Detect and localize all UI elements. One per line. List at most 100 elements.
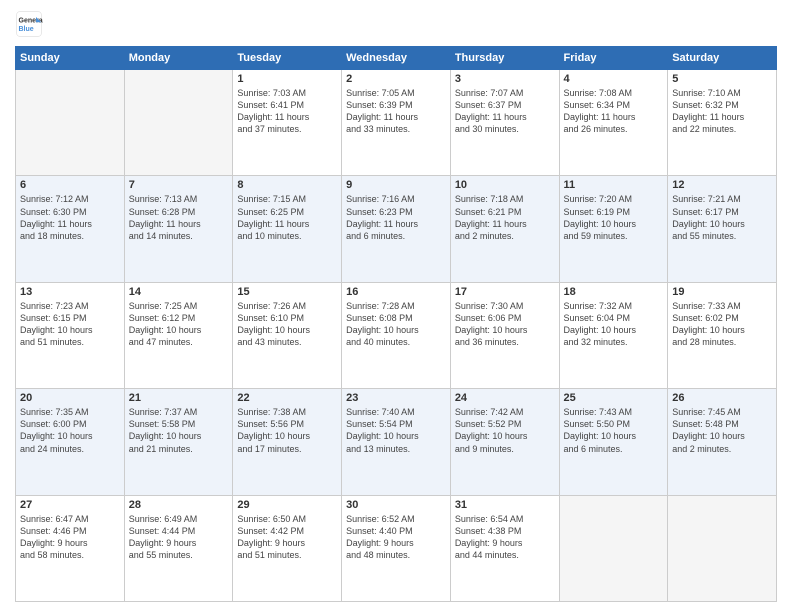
calendar-cell: 20Sunrise: 7:35 AM Sunset: 6:00 PM Dayli… [16,389,125,495]
cell-daylight-info: Sunrise: 6:52 AM Sunset: 4:40 PM Dayligh… [346,513,446,562]
calendar-cell: 8Sunrise: 7:15 AM Sunset: 6:25 PM Daylig… [233,176,342,282]
cell-daylight-info: Sunrise: 7:43 AM Sunset: 5:50 PM Dayligh… [564,406,664,455]
cell-daylight-info: Sunrise: 7:05 AM Sunset: 6:39 PM Dayligh… [346,87,446,136]
cell-daylight-info: Sunrise: 7:40 AM Sunset: 5:54 PM Dayligh… [346,406,446,455]
calendar-cell: 16 Sunrise: 7:28 AM Sunset: 6:08 PM Dayli… [342,282,451,388]
calendar-cell: 7Sunrise: 7:13 AM Sunset: 6:28 PM Daylig… [124,176,233,282]
calendar-cell: 26 Sunrise: 7:45 AM Sunset: 5:48 PM Dayli… [668,389,777,495]
cell-daylight-info: Sunrise: 7:42 AM Sunset: 5:52 PM Dayligh… [455,406,555,455]
cell-daylight-info: Sunrise: 7:37 AM Sunset: 5:58 PM Dayligh… [129,406,229,455]
calendar-cell: 1 Sunrise: 7:03 AM Sunset: 6:41 PM Daylig… [233,70,342,176]
cell-daylight-info: Sunrise: 7:08 AM Sunset: 6:34 PM Dayligh… [564,87,664,136]
header: General Blue [15,10,777,38]
day-number: 7 [129,179,229,191]
day-number: 1 [237,73,337,85]
calendar-header-sunday: Sunday [16,47,125,70]
day-number: 8 [237,179,337,191]
day-number: 22 [237,392,337,404]
calendar-cell: 10 Sunrise: 7:18 AM Sunset: 6:21 PM Dayli… [450,176,559,282]
calendar-cell: 4 Sunrise: 7:08 AM Sunset: 6:34 PM Daylig… [559,70,668,176]
day-number: 2 [346,73,446,85]
page: General Blue SundayMondayTuesdayWednesda… [0,0,792,612]
logo: General Blue [15,10,43,38]
calendar-week-row: 6 Sunrise: 7:12 AM Sunset: 6:30 PM Daylig… [16,176,777,282]
day-number: 27 [20,499,120,511]
calendar-cell: 15 Sunrise: 7:26 AM Sunset: 6:10 PM Dayli… [233,282,342,388]
day-number: 30 [346,499,446,511]
day-number: 16 [346,286,446,298]
calendar-cell: 23 Sunrise: 7:40 AM Sunset: 5:54 PM Dayli… [342,389,451,495]
calendar-cell: 30 Sunrise: 6:52 AM Sunset: 4:40 PM Dayli… [342,495,451,601]
day-number: 3 [455,73,555,85]
day-number: 17 [455,286,555,298]
calendar-cell: 22 Sunrise: 7:38 AM Sunset: 5:56 PM Dayli… [233,389,342,495]
cell-daylight-info: Sunrise: 7:38 AM Sunset: 5:56 PM Dayligh… [237,406,337,455]
day-number: 31 [455,499,555,511]
day-number: 15 [237,286,337,298]
calendar-cell: 21 Sunrise: 7:37 AM Sunset: 5:58 PM Dayli… [124,389,233,495]
day-number: 24 [455,392,555,404]
calendar-table: SundayMondayTuesdayWednesdayThursdayFrid… [15,46,777,602]
calendar-cell: 24 Sunrise: 7:42 AM Sunset: 5:52 PM Dayli… [450,389,559,495]
cell-daylight-info: Sunrise: 7:45 AM Sunset: 5:48 PM Dayligh… [672,406,772,455]
calendar-cell: 12Sunrise: 7:21 AM Sunset: 6:17 PM Dayli… [668,176,777,282]
calendar-cell [559,495,668,601]
day-number: 28 [129,499,229,511]
svg-text:Blue: Blue [19,26,34,33]
day-number: 11 [564,179,664,191]
calendar-week-row: 20Sunrise: 7:35 AM Sunset: 6:00 PM Dayli… [16,389,777,495]
day-number: 14 [129,286,229,298]
calendar-cell: 3 Sunrise: 7:07 AM Sunset: 6:37 PM Daylig… [450,70,559,176]
day-number: 23 [346,392,446,404]
calendar-cell: 17 Sunrise: 7:30 AM Sunset: 6:06 PM Dayli… [450,282,559,388]
cell-daylight-info: Sunrise: 7:25 AM Sunset: 6:12 PM Dayligh… [129,300,229,349]
calendar-cell: 6 Sunrise: 7:12 AM Sunset: 6:30 PM Daylig… [16,176,125,282]
day-number: 25 [564,392,664,404]
cell-daylight-info: Sunrise: 7:12 AM Sunset: 6:30 PM Dayligh… [20,193,120,242]
logo-icon: General Blue [15,10,43,38]
calendar-cell: 13 Sunrise: 7:23 AM Sunset: 6:15 PM Dayli… [16,282,125,388]
cell-daylight-info: Sunrise: 7:03 AM Sunset: 6:41 PM Dayligh… [237,87,337,136]
cell-daylight-info: Sunrise: 6:47 AM Sunset: 4:46 PM Dayligh… [20,513,120,562]
cell-daylight-info: Sunrise: 7:20 AM Sunset: 6:19 PM Dayligh… [564,193,664,242]
calendar-cell: 2 Sunrise: 7:05 AM Sunset: 6:39 PM Daylig… [342,70,451,176]
cell-daylight-info: Sunrise: 7:30 AM Sunset: 6:06 PM Dayligh… [455,300,555,349]
cell-daylight-info: Sunrise: 6:50 AM Sunset: 4:42 PM Dayligh… [237,513,337,562]
cell-daylight-info: Sunrise: 7:32 AM Sunset: 6:04 PM Dayligh… [564,300,664,349]
calendar-cell: 31 Sunrise: 6:54 AM Sunset: 4:38 PM Dayli… [450,495,559,601]
calendar-header-saturday: Saturday [668,47,777,70]
calendar-cell: 25 Sunrise: 7:43 AM Sunset: 5:50 PM Dayli… [559,389,668,495]
calendar-cell [124,70,233,176]
day-number: 19 [672,286,772,298]
day-number: 10 [455,179,555,191]
calendar-cell: 11 Sunrise: 7:20 AM Sunset: 6:19 PM Dayli… [559,176,668,282]
calendar-header-thursday: Thursday [450,47,559,70]
calendar-cell [668,495,777,601]
cell-daylight-info: Sunrise: 7:16 AM Sunset: 6:23 PM Dayligh… [346,193,446,242]
day-number: 13 [20,286,120,298]
day-number: 21 [129,392,229,404]
cell-daylight-info: Sunrise: 7:18 AM Sunset: 6:21 PM Dayligh… [455,193,555,242]
calendar-cell: 27 Sunrise: 6:47 AM Sunset: 4:46 PM Dayli… [16,495,125,601]
calendar-week-row: 13 Sunrise: 7:23 AM Sunset: 6:15 PM Dayli… [16,282,777,388]
calendar-cell: 29 Sunrise: 6:50 AM Sunset: 4:42 PM Dayli… [233,495,342,601]
cell-daylight-info: Sunrise: 7:07 AM Sunset: 6:37 PM Dayligh… [455,87,555,136]
day-number: 5 [672,73,772,85]
cell-daylight-info: Sunrise: 7:21 AM Sunset: 6:17 PM Dayligh… [672,193,772,242]
day-number: 26 [672,392,772,404]
cell-daylight-info: Sunrise: 7:33 AM Sunset: 6:02 PM Dayligh… [672,300,772,349]
calendar-header-tuesday: Tuesday [233,47,342,70]
cell-daylight-info: Sunrise: 7:26 AM Sunset: 6:10 PM Dayligh… [237,300,337,349]
calendar-cell: 19 Sunrise: 7:33 AM Sunset: 6:02 PM Dayli… [668,282,777,388]
calendar-cell [16,70,125,176]
cell-daylight-info: Sunrise: 6:54 AM Sunset: 4:38 PM Dayligh… [455,513,555,562]
cell-daylight-info: Sunrise: 7:28 AM Sunset: 6:08 PM Dayligh… [346,300,446,349]
cell-daylight-info: Sunrise: 7:35 AM Sunset: 6:00 PM Dayligh… [20,406,120,455]
calendar-week-row: 1 Sunrise: 7:03 AM Sunset: 6:41 PM Daylig… [16,70,777,176]
day-number: 29 [237,499,337,511]
day-number: 9 [346,179,446,191]
day-number: 4 [564,73,664,85]
cell-daylight-info: Sunrise: 7:23 AM Sunset: 6:15 PM Dayligh… [20,300,120,349]
calendar-header-friday: Friday [559,47,668,70]
day-number: 6 [20,179,120,191]
